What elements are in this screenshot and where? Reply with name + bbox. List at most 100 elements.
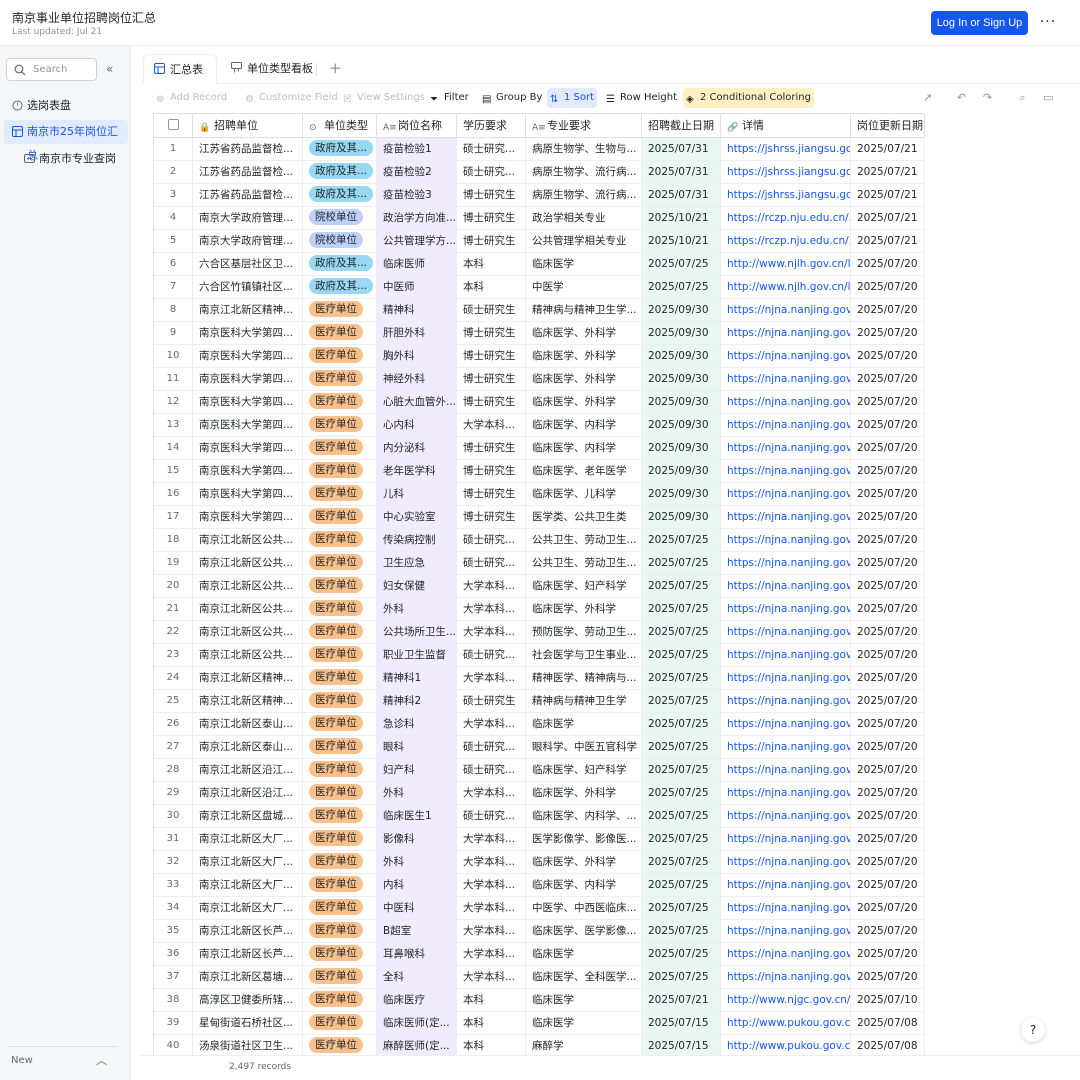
- cell-details-link[interactable]: http://www.pukou.gov.c...: [721, 1012, 851, 1034]
- table-row[interactable]: 36 南京江北新区长芦... 医疗单位 耳鼻喉科 大学本科... 临床医学 2025/07/…: [154, 943, 925, 966]
- cell-details-link[interactable]: https://njna.nanjing.gov...: [721, 667, 851, 689]
- column-header-major[interactable]: A≡专业要求: [526, 114, 642, 137]
- cell-details-link[interactable]: http://www.njlh.gov.cn/l...: [721, 276, 851, 298]
- filter-button[interactable]: ⏷ Filter: [427, 88, 472, 108]
- sidebar-item-dashboard[interactable]: 选岗表盘: [4, 94, 128, 118]
- cell-details-link[interactable]: https://njna.nanjing.gov...: [721, 483, 851, 505]
- table-row[interactable]: 22 南京江北新区公共... 医疗单位 公共场所卫生... 大学本科... 预防医学、劳动…: [154, 621, 925, 644]
- new-button[interactable]: New: [11, 1055, 33, 1066]
- column-header-type[interactable]: ⊙ 单位类型: [303, 114, 377, 137]
- undo-icon[interactable]: ↶: [955, 91, 968, 104]
- chevron-up-icon[interactable]: ︿: [96, 1052, 107, 1068]
- column-header-education[interactable]: 学历要求: [457, 114, 526, 137]
- column-header-deadline[interactable]: 招聘截止日期: [642, 114, 721, 137]
- table-row[interactable]: 17 南京医科大学第四... 医疗单位 中心实验室 博士研究生 医学类、公共卫生类 2025…: [154, 506, 925, 529]
- table-row[interactable]: 16 南京医科大学第四... 医疗单位 儿科 博士研究生 临床医学、儿科学 2025/09/…: [154, 483, 925, 506]
- cell-details-link[interactable]: https://njna.nanjing.gov...: [721, 299, 851, 321]
- cell-details-link[interactable]: https://njna.nanjing.gov...: [721, 621, 851, 643]
- group-by-button[interactable]: ▤ Group By: [479, 88, 545, 108]
- table-row[interactable]: 2 江苏省药品监督检... 政府及其... 疫苗检验2 硕士研究... 病原生物学、流行病…: [154, 161, 925, 184]
- table-row[interactable]: 6 六合区基层社区卫... 政府及其... 临床医师 本科 临床医学 2025/07/25 h…: [154, 253, 925, 276]
- table-row[interactable]: 35 南京江北新区长芦... 医疗单位 B超室 大学本科... 临床医学、医学影像... 2…: [154, 920, 925, 943]
- table-row[interactable]: 33 南京江北新区大厂... 医疗单位 内科 大学本科... 临床医学、内科学 2025/0…: [154, 874, 925, 897]
- tab-summary-table[interactable]: 汇总表: [143, 54, 217, 84]
- table-row[interactable]: 13 南京医科大学第四... 医疗单位 心内科 大学本科... 临床医学、内科学 2025/…: [154, 414, 925, 437]
- cell-details-link[interactable]: https://njna.nanjing.gov...: [721, 851, 851, 873]
- more-horizontal-icon[interactable]: ···: [1036, 11, 1060, 35]
- cell-details-link[interactable]: https://njna.nanjing.gov...: [721, 920, 851, 942]
- select-all-checkbox[interactable]: [154, 114, 193, 137]
- table-row[interactable]: 28 南京江北新区沿江... 医疗单位 妇产科 硕士研究... 临床医学、妇产科学 2025…: [154, 759, 925, 782]
- table-row[interactable]: 30 南京江北新区盘城... 医疗单位 临床医生1 硕士研究... 临床医学、内科学、..…: [154, 805, 925, 828]
- cell-details-link[interactable]: https://njna.nanjing.gov...: [721, 713, 851, 735]
- cell-details-link[interactable]: https://njna.nanjing.gov...: [721, 322, 851, 344]
- sidebar-search-input[interactable]: Search: [6, 58, 97, 81]
- cell-details-link[interactable]: https://njna.nanjing.gov...: [721, 414, 851, 436]
- sort-button[interactable]: ⇅ 1 Sort: [547, 88, 598, 108]
- table-row[interactable]: 4 南京大学政府管理... 院校单位 政治学方向准... 博士研究生 政治学相关专业 202…: [154, 207, 925, 230]
- column-header-details[interactable]: 🔗 详情: [721, 114, 851, 137]
- cell-details-link[interactable]: https://njna.nanjing.gov...: [721, 506, 851, 528]
- table-row[interactable]: 29 南京江北新区沿江... 医疗单位 外科 大学本科... 临床医学、外科学 2025/0…: [154, 782, 925, 805]
- table-row[interactable]: 25 南京江北新区精神... 医疗单位 精神科2 硕士研究生 精神病与精神卫生学 2025/…: [154, 690, 925, 713]
- cell-details-link[interactable]: https://jshrss.jiangsu.go...: [721, 184, 851, 206]
- share-icon[interactable]: ↗: [921, 91, 934, 104]
- table-row[interactable]: 7 六合区竹镇镇社区... 政府及其... 中医师 本科 中医学 2025/07/25 htt…: [154, 276, 925, 299]
- table-row[interactable]: 15 南京医科大学第四... 医疗单位 老年医学科 博士研究生 临床医学、老年医学 2025…: [154, 460, 925, 483]
- login-signup-button[interactable]: Log In or Sign Up: [931, 11, 1028, 35]
- cell-details-link[interactable]: https://njna.nanjing.gov...: [721, 552, 851, 574]
- cell-details-link[interactable]: https://njna.nanjing.gov...: [721, 897, 851, 919]
- table-row[interactable]: 31 南京江北新区大厂... 医疗单位 影像科 大学本科... 医学影像学、影像医... 2…: [154, 828, 925, 851]
- table-row[interactable]: 1 江苏省药品监督检... 政府及其... 疫苗检验1 硕士研究... 病原生物学、生物与…: [154, 138, 925, 161]
- cell-details-link[interactable]: https://njna.nanjing.gov...: [721, 644, 851, 666]
- cell-details-link[interactable]: https://njna.nanjing.gov...: [721, 828, 851, 850]
- cell-details-link[interactable]: http://www.pukou.gov.c...: [721, 1035, 851, 1057]
- cell-details-link[interactable]: https://njna.nanjing.gov...: [721, 759, 851, 781]
- cell-details-link[interactable]: https://njna.nanjing.gov...: [721, 874, 851, 896]
- cell-details-link[interactable]: https://jshrss.jiangsu.go...: [721, 161, 851, 183]
- table-row[interactable]: 5 南京大学政府管理... 院校单位 公共管理学方... 博士研究生 公共管理学相关专业 2…: [154, 230, 925, 253]
- cell-details-link[interactable]: https://rczp.nju.edu.cn/...: [721, 207, 851, 229]
- cell-details-link[interactable]: https://njna.nanjing.gov...: [721, 736, 851, 758]
- sidebar-item-form[interactable]: 南京市专业查岗: [16, 147, 128, 171]
- table-row[interactable]: 18 南京江北新区公共... 医疗单位 传染病控制 硕士研究... 公共卫生、劳动卫生..…: [154, 529, 925, 552]
- table-row[interactable]: 8 南京江北新区精神... 医疗单位 精神科 硕士研究生 精神病与精神卫生学... 2025…: [154, 299, 925, 322]
- table-row[interactable]: 20 南京江北新区公共... 医疗单位 妇女保健 大学本科... 临床医学、妇产科学 202…: [154, 575, 925, 598]
- cell-details-link[interactable]: https://rczp.nju.edu.cn/...: [721, 230, 851, 252]
- table-row[interactable]: 32 南京江北新区大厂... 医疗单位 外科 大学本科... 临床医学、外科学 2025/0…: [154, 851, 925, 874]
- sidebar-item-table[interactable]: 南京市25年岗位汇总: [4, 120, 128, 162]
- cell-details-link[interactable]: https://njna.nanjing.gov...: [721, 805, 851, 827]
- table-row[interactable]: 10 南京医科大学第四... 医疗单位 胸外科 博士研究生 临床医学、外科学 2025/09…: [154, 345, 925, 368]
- comment-icon[interactable]: ▭: [1042, 91, 1055, 104]
- table-row[interactable]: 21 南京江北新区公共... 医疗单位 外科 大学本科... 临床医学、外科学 2025/0…: [154, 598, 925, 621]
- column-header-updated[interactable]: 岗位更新日期: [851, 114, 925, 137]
- cell-details-link[interactable]: https://njna.nanjing.gov...: [721, 460, 851, 482]
- cell-details-link[interactable]: http://www.njgc.gov.cn/...: [721, 989, 851, 1011]
- table-row[interactable]: 12 南京医科大学第四... 医疗单位 心脏大血管外... 博士研究生 临床医学、外科学 2…: [154, 391, 925, 414]
- cell-details-link[interactable]: https://njna.nanjing.gov...: [721, 943, 851, 965]
- cell-details-link[interactable]: https://njna.nanjing.gov...: [721, 368, 851, 390]
- cell-details-link[interactable]: https://njna.nanjing.gov...: [721, 782, 851, 804]
- table-row[interactable]: 23 南京江北新区公共... 医疗单位 职业卫生监督 硕士研究... 社会医学与卫生事业.…: [154, 644, 925, 667]
- help-icon[interactable]: ?: [1021, 1018, 1045, 1042]
- table-row[interactable]: 34 南京江北新区大厂... 医疗单位 中医科 大学本科... 中医学、中西医临床... 2…: [154, 897, 925, 920]
- customize-field-button[interactable]: ⚙ Customize Field: [242, 88, 341, 108]
- table-row[interactable]: 3 江苏省药品监督检... 政府及其... 疫苗检验3 博士研究生 病原生物学、流行病..…: [154, 184, 925, 207]
- table-row[interactable]: 26 南京江北新区泰山... 医疗单位 急诊科 大学本科... 临床医学 2025/07/2…: [154, 713, 925, 736]
- add-record-button[interactable]: ⊕ Add Record: [153, 88, 230, 108]
- cell-details-link[interactable]: http://www.njlh.gov.cn/l...: [721, 253, 851, 275]
- row-height-button[interactable]: ☰ Row Height: [603, 88, 680, 108]
- table-row[interactable]: 24 南京江北新区精神... 医疗单位 精神科1 大学本科... 精神医学、精神病与...…: [154, 667, 925, 690]
- cell-details-link[interactable]: https://njna.nanjing.gov...: [721, 598, 851, 620]
- tab-kanban[interactable]: 单位类型看板: [221, 54, 323, 84]
- cell-details-link[interactable]: https://njna.nanjing.gov...: [721, 437, 851, 459]
- search-records-icon[interactable]: ⌕: [1016, 91, 1029, 104]
- cell-details-link[interactable]: https://jshrss.jiangsu.go...: [721, 138, 851, 160]
- conditional-coloring-button[interactable]: ◈ 2 Conditional Coloring: [683, 88, 814, 108]
- cell-details-link[interactable]: https://njna.nanjing.gov...: [721, 966, 851, 988]
- cell-details-link[interactable]: https://njna.nanjing.gov...: [721, 529, 851, 551]
- view-settings-button[interactable]: ☒ View Settings: [340, 88, 428, 108]
- table-row[interactable]: 11 南京医科大学第四... 医疗单位 神经外科 博士研究生 临床医学、外科学 2025/0…: [154, 368, 925, 391]
- table-row[interactable]: 14 南京医科大学第四... 医疗单位 内分泌科 博士研究生 临床医学、内科学 2025/0…: [154, 437, 925, 460]
- table-row[interactable]: 37 南京江北新区葛塘... 医疗单位 全科 大学本科... 临床医学、全科医学... 20…: [154, 966, 925, 989]
